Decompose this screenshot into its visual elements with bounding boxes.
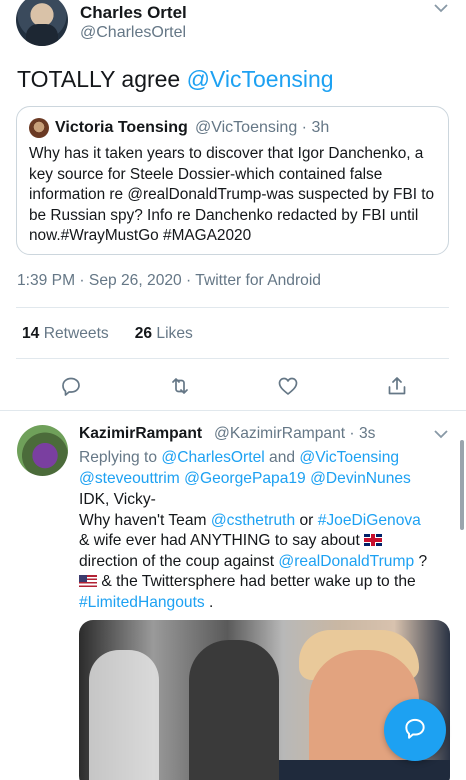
mention-link[interactable]: @realDonaldTrump (278, 553, 414, 570)
likes-stat[interactable]: 26 Likes (135, 325, 193, 342)
replying-to-link[interactable]: @CharlesOrtel (161, 449, 264, 466)
retweets-stat[interactable]: 14 Retweets (22, 325, 109, 342)
tweet-stats: 14 Retweets 26 Likes (22, 325, 193, 343)
divider (16, 358, 449, 359)
replying-to-link[interactable]: @GeorgePapa19 (184, 470, 306, 487)
replying-to-link[interactable]: @DevinNunes (310, 470, 411, 487)
quoted-tweet-card[interactable]: Victoria Toensing @VicToensing · 3h Why … (16, 106, 449, 255)
tweet-text-plain: TOTALLY agree (17, 66, 187, 92)
hashtag-link[interactable]: #LimitedHangouts (79, 594, 205, 611)
replying-to: Replying to @CharlesOrtel and @VicToensi… (79, 449, 411, 487)
reply-author-avatar[interactable] (17, 425, 68, 476)
replying-to-link[interactable]: @VicToensing (299, 449, 399, 466)
reply-icon[interactable] (57, 372, 85, 400)
chevron-down-icon[interactable] (434, 0, 448, 16)
share-icon[interactable] (383, 372, 411, 400)
reply-author-name[interactable]: KazimirRampant (79, 425, 202, 443)
tweet-text: TOTALLY agree @VicToensing (17, 66, 334, 93)
scrollbar[interactable] (460, 440, 464, 530)
like-icon[interactable] (274, 372, 302, 400)
tweet-meta: 1:39 PM · Sep 26, 2020 · Twitter for And… (17, 272, 321, 289)
author-handle[interactable]: @CharlesOrtel (80, 24, 186, 42)
divider (0, 410, 466, 411)
flag-us-icon (79, 575, 97, 587)
mention-link[interactable]: @csthetruth (211, 512, 295, 529)
author-name[interactable]: Charles Ortel (80, 3, 187, 23)
quoted-tweet-text: Why has it taken years to discover that … (29, 145, 435, 245)
reply-text: IDK, Vicky- Why haven't Team @csthetruth… (79, 491, 428, 611)
chevron-down-icon[interactable] (434, 426, 448, 442)
quoted-author-handle: @VicToensing · 3h (195, 119, 330, 136)
compose-reply-button[interactable] (384, 699, 446, 761)
tweet-mention-link[interactable]: @VicToensing (187, 66, 334, 92)
flag-uk-icon (364, 534, 383, 546)
divider (16, 307, 449, 308)
quoted-author-name: Victoria Toensing (55, 119, 188, 136)
author-avatar[interactable] (16, 0, 68, 46)
hashtag-link[interactable]: #JoeDiGenova (318, 512, 421, 529)
quoted-author-avatar (29, 118, 49, 138)
retweet-icon[interactable] (166, 372, 194, 400)
reply-media-image[interactable] (79, 620, 450, 780)
compose-reply-icon (402, 715, 428, 746)
replying-to-link[interactable]: @steveouttrim (79, 470, 180, 487)
reply-author-handle[interactable]: @KazimirRampant · 3s (214, 425, 375, 443)
